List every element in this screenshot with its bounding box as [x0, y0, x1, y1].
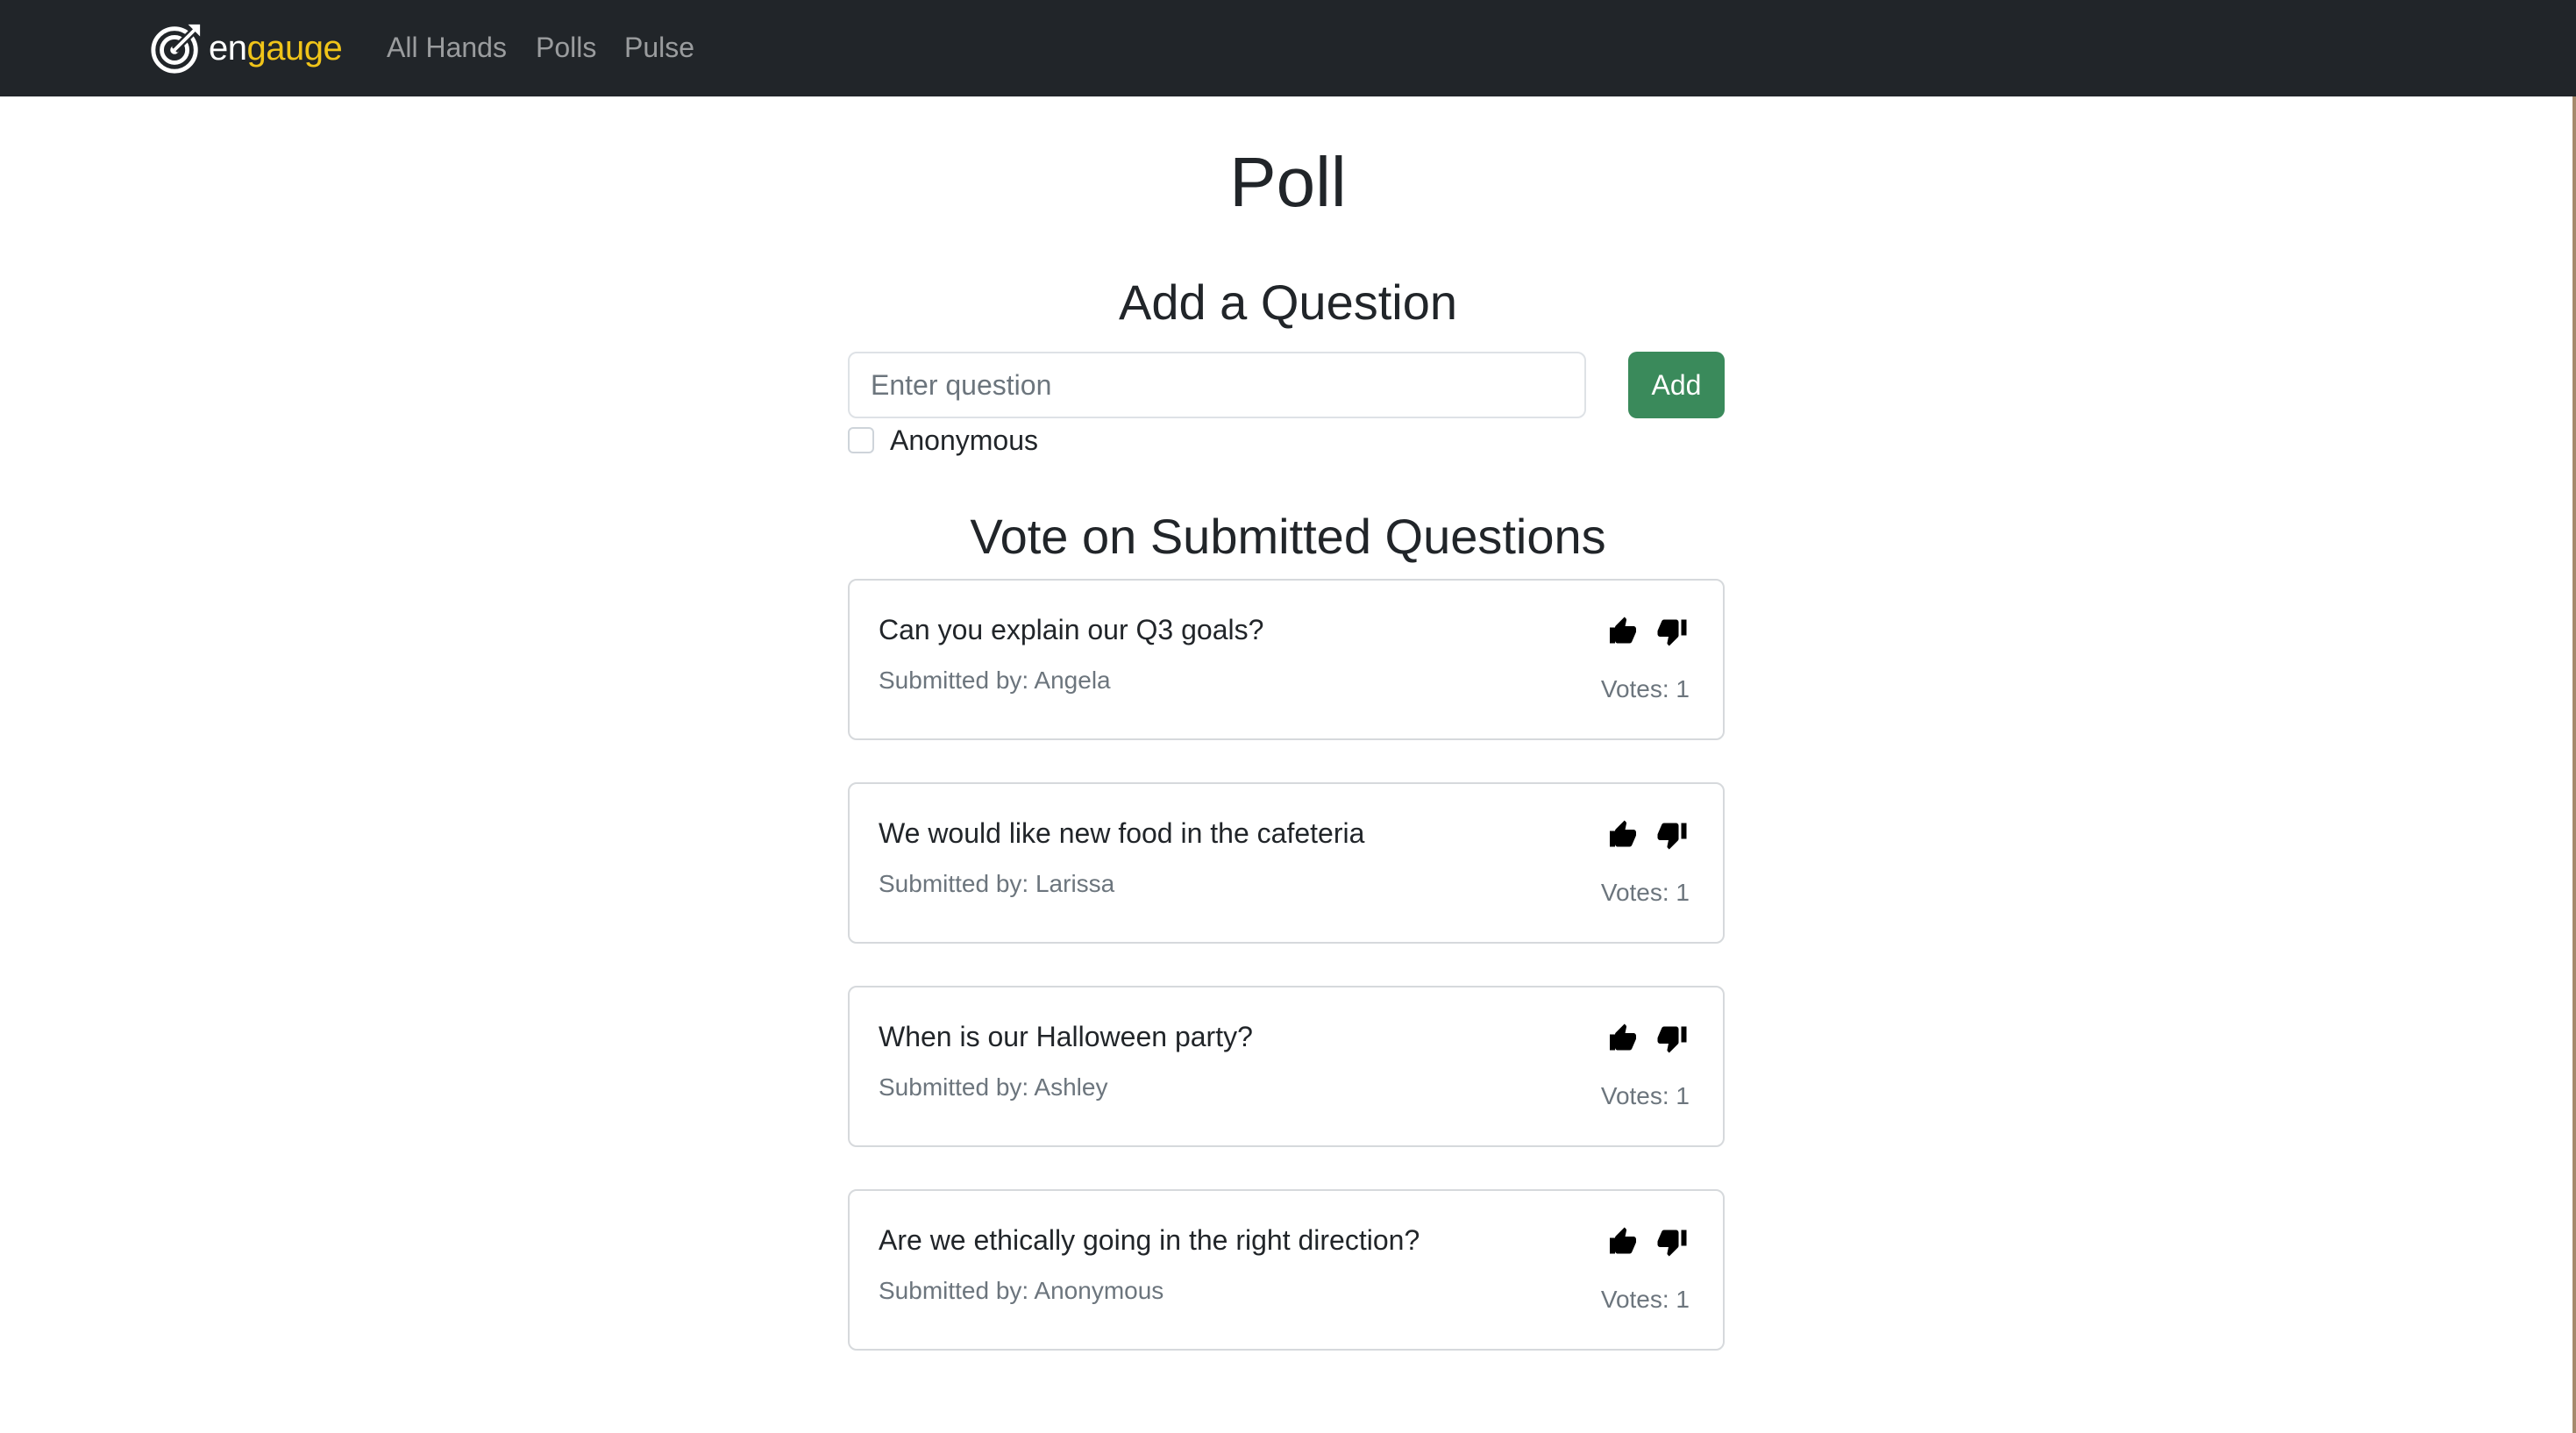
nav-link-polls[interactable]: Polls	[536, 30, 596, 65]
page-title: Poll	[1229, 143, 1347, 221]
brand-name-gauge: gauge	[246, 29, 343, 68]
submitted-by: Submitted by: Anonymous	[879, 1277, 1164, 1304]
vote-count: Votes: 1	[1600, 1082, 1690, 1109]
anonymous-label[interactable]: Anonymous	[890, 424, 1038, 457]
brand-name-en: en	[209, 29, 247, 68]
question-text: Can you explain our Q3 goals?	[879, 614, 1264, 645]
brand-home-link[interactable]: engauge	[149, 18, 343, 79]
nav-link-pulse[interactable]: Pulse	[624, 30, 694, 65]
thumbs-up-icon[interactable]	[1607, 1226, 1639, 1258]
thumbs-up-icon[interactable]	[1607, 616, 1639, 647]
question-card: Are we ethically going in the right dire…	[848, 1189, 1725, 1351]
top-navbar: engauge All Hands Polls Pulse	[0, 0, 2576, 96]
anonymous-checkbox[interactable]	[848, 427, 874, 453]
question-text: We would like new food in the cafeteria	[879, 817, 1365, 849]
add-question-heading: Add a Question	[1118, 274, 1458, 330]
anonymous-option: Anonymous	[848, 423, 1038, 458]
thumbs-down-icon[interactable]	[1656, 1226, 1688, 1258]
vote-count: Votes: 1	[1600, 1286, 1690, 1313]
thumbs-down-icon[interactable]	[1656, 1023, 1688, 1054]
thumbs-up-icon[interactable]	[1607, 819, 1639, 851]
brand-name: engauge	[209, 29, 343, 68]
vote-questions-heading: Vote on Submitted Questions	[970, 509, 1606, 564]
thumbs-up-icon[interactable]	[1607, 1023, 1639, 1054]
submitted-by: Submitted by: Ashley	[879, 1073, 1108, 1101]
vote-count: Votes: 1	[1600, 675, 1690, 702]
add-question-button[interactable]: Add	[1628, 352, 1725, 418]
question-input[interactable]	[848, 352, 1586, 418]
window-edge	[2572, 96, 2576, 1433]
submitted-by: Submitted by: Larissa	[879, 870, 1115, 897]
thumbs-down-icon[interactable]	[1656, 616, 1688, 647]
vote-count: Votes: 1	[1600, 879, 1690, 906]
submitted-by: Submitted by: Angela	[879, 667, 1111, 694]
nav-link-all-hands[interactable]: All Hands	[387, 30, 507, 65]
question-card: When is our Halloween party? Submitted b…	[848, 986, 1725, 1147]
thumbs-down-icon[interactable]	[1656, 819, 1688, 851]
target-arrow-icon	[151, 24, 201, 74]
question-text: When is our Halloween party?	[879, 1021, 1253, 1052]
question-text: Are we ethically going in the right dire…	[879, 1224, 1420, 1256]
question-card: Can you explain our Q3 goals? Submitted …	[848, 579, 1725, 740]
question-card: We would like new food in the cafeteria …	[848, 782, 1725, 944]
